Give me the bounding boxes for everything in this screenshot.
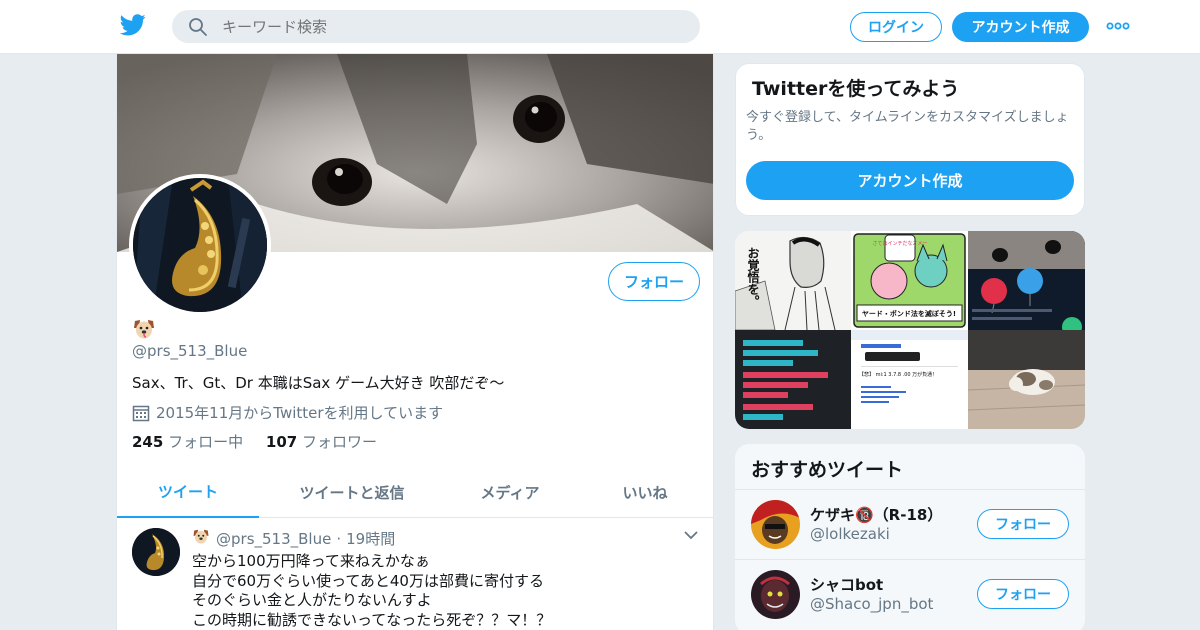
media-thumb-list-screenshot[interactable]: 【悲】 mi:1 3.7.8 .00 万が負通！: [851, 330, 968, 429]
poster-text: ヤード・ポンド法を滅ぼそう!: [862, 309, 956, 318]
tweet-time[interactable]: 19時間: [346, 528, 395, 549]
followers-label: フォロワー: [301, 433, 377, 451]
followers-stat[interactable]: 107 フォロワー: [266, 433, 377, 451]
search-input[interactable]: [222, 10, 682, 43]
tab-tweets-and-replies[interactable]: ツイートと返信: [259, 466, 445, 518]
recommended-handle[interactable]: @Shaco_jpn_bot: [810, 595, 933, 613]
calendar-icon: [132, 405, 150, 421]
tab-tweets[interactable]: ツイート: [117, 466, 259, 518]
profile-stats: 245 フォロー中 107 フォロワー: [132, 431, 377, 452]
media-thumb-poster[interactable]: さてはインチだなオメー ヤード・ポンド法を滅ぼそう!: [851, 231, 968, 330]
signup-card-button[interactable]: アカウント作成: [746, 161, 1074, 200]
dog-face-icon: [193, 529, 209, 544]
list-thumb-text: 【悲】 mi:1 3.7.8 .00 万が負通！: [859, 371, 937, 378]
media-grid: お覚悟を。 さてはインチだなオメー ヤード・ポンド法を滅ぼそう! 【悲】 mi:…: [735, 231, 1085, 429]
poster-bubble-text: さてはインチだなオメー: [873, 240, 928, 247]
recommended-name[interactable]: シャコbot: [810, 574, 883, 595]
following-label: フォロー中: [168, 433, 244, 451]
recommended-name[interactable]: ケザキ🔞（R-18）: [810, 504, 942, 525]
following-stat[interactable]: 245 フォロー中: [132, 433, 243, 451]
search-box[interactable]: [172, 10, 700, 43]
followers-count: 107: [265, 433, 298, 451]
profile-column: フォロー @prs_513_Blue Sax、Tr、Gt、Dr 本職はSax ゲ…: [116, 54, 714, 630]
recommended-user[interactable]: ケザキ🔞（R-18） @lolkezaki フォロー: [735, 489, 1085, 559]
profile-bio: Sax、Tr、Gt、Dr 本職はSax ゲーム大好き 吹部だぞ〜: [132, 374, 505, 392]
dog-face-icon: [134, 320, 154, 339]
profile-joined-date: 2015年11月からTwitterを利用しています: [132, 402, 443, 423]
media-thumb-bar-chart[interactable]: [735, 330, 851, 429]
following-count: 245: [132, 433, 164, 451]
tweet-header: @prs_513_Blue · 19時間: [192, 528, 395, 549]
chevron-down-icon[interactable]: [684, 530, 698, 540]
recommended-follow-button[interactable]: フォロー: [977, 509, 1069, 539]
twitter-bird-icon[interactable]: [120, 14, 146, 36]
media-thumb-dog-screenshot[interactable]: [968, 231, 1085, 330]
signup-card-title: Twitterを使ってみよう: [752, 78, 960, 100]
recommended-handle[interactable]: @lolkezaki: [810, 525, 890, 543]
media-thumb-manga[interactable]: お覚悟を。: [735, 231, 851, 330]
profile-avatar[interactable]: [129, 174, 271, 316]
signup-card-description: 今すぐ登録して、タイムラインをカスタマイズしましょう。: [746, 110, 1069, 143]
recommended-follow-button[interactable]: フォロー: [977, 579, 1069, 609]
profile-name-emoji: [132, 318, 156, 340]
recommended-avatar[interactable]: [751, 500, 800, 549]
search-icon: [189, 18, 207, 36]
tweet-handle[interactable]: @prs_513_Blue: [216, 530, 331, 548]
recommended-avatar[interactable]: [751, 570, 800, 619]
signup-card: Twitterを使ってみよう 今すぐ登録して、タイムラインをカスタマイズしましょ…: [735, 63, 1085, 216]
manga-text: お覚悟を。: [746, 247, 760, 307]
recommended-tweets-card: おすすめツイート ケザキ🔞（R-18） @lolkezaki フォロー シャコb…: [735, 444, 1085, 630]
joined-text: 2015年11月からTwitterを利用しています: [156, 404, 444, 422]
tweet-name-emoji: [192, 528, 210, 549]
tab-likes[interactable]: いいね: [575, 466, 713, 518]
tweet-text: 空から100万円降って来ねえかなぁ 自分で60万ぐらい使ってあと40万は部費に寄…: [192, 552, 552, 629]
more-dots-icon[interactable]: [1106, 18, 1130, 34]
tweet-avatar[interactable]: [132, 528, 180, 576]
tweet-separator: ·: [336, 529, 342, 548]
recommended-user[interactable]: シャコbot @Shaco_jpn_bot フォロー: [735, 559, 1085, 629]
login-button[interactable]: ログイン: [850, 12, 942, 42]
tab-media[interactable]: メディア: [445, 466, 575, 518]
tweet-item[interactable]: @prs_513_Blue · 19時間 空から100万円降って来ねえかなぁ 自…: [117, 518, 713, 630]
top-navigation-bar: ログイン アカウント作成: [0, 0, 1200, 54]
media-thumb-cat-photo[interactable]: [968, 330, 1085, 429]
profile-handle[interactable]: @prs_513_Blue: [132, 342, 247, 360]
profile-tabs: ツイート ツイートと返信 メディア いいね: [117, 466, 713, 518]
signup-button[interactable]: アカウント作成: [952, 12, 1089, 42]
recommended-title: おすすめツイート: [751, 459, 904, 481]
follow-button[interactable]: フォロー: [608, 262, 700, 301]
